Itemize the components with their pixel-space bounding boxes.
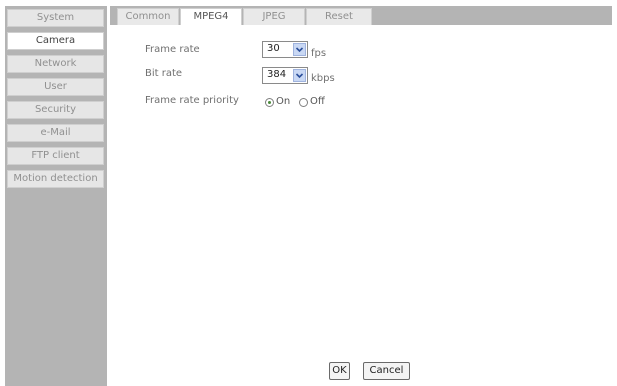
tab-common[interactable]: Common	[117, 8, 179, 25]
cancel-button[interactable]: Cancel	[363, 362, 410, 380]
frame-rate-label: Frame rate	[145, 44, 200, 55]
sidebar-item-security[interactable]: Security	[7, 101, 104, 119]
tab-mpeg4[interactable]: MPEG4	[180, 8, 242, 26]
bit-rate-unit: kbps	[311, 73, 335, 84]
ok-button[interactable]: OK	[329, 362, 350, 380]
frame-rate-unit: fps	[311, 48, 327, 59]
priority-on-radio[interactable]	[265, 98, 274, 107]
sidebar-item-network[interactable]: Network	[7, 55, 104, 73]
bit-rate-label: Bit rate	[145, 68, 183, 79]
frame-rate-priority-label: Frame rate priority	[145, 95, 239, 106]
chevron-down-icon	[293, 43, 306, 56]
sidebar-item-motion-detection[interactable]: Motion detection	[7, 170, 104, 188]
settings-panel: Frame rate 30 fps Bit rate 384 kbps Fram…	[110, 25, 612, 386]
sidebar-item-ftp-client[interactable]: FTP client	[7, 147, 104, 165]
priority-on-label: On	[276, 96, 291, 107]
sidebar: System Camera Network User Security e-Ma…	[5, 6, 107, 386]
frame-rate-value: 30	[267, 43, 280, 54]
priority-off-radio[interactable]	[299, 98, 308, 107]
bit-rate-value: 384	[267, 69, 287, 80]
sidebar-item-user[interactable]: User	[7, 78, 104, 96]
tab-bar: Common MPEG4 JPEG Reset	[110, 6, 612, 26]
frame-rate-select[interactable]: 30	[262, 41, 308, 58]
bit-rate-select[interactable]: 384	[262, 67, 308, 84]
chevron-down-icon	[293, 69, 306, 82]
sidebar-item-email[interactable]: e-Mail	[7, 124, 104, 142]
sidebar-item-camera[interactable]: Camera	[7, 32, 104, 50]
tab-reset[interactable]: Reset	[306, 8, 372, 25]
tab-jpeg[interactable]: JPEG	[243, 8, 305, 25]
priority-off-label: Off	[310, 96, 325, 107]
sidebar-item-system[interactable]: System	[7, 9, 104, 27]
